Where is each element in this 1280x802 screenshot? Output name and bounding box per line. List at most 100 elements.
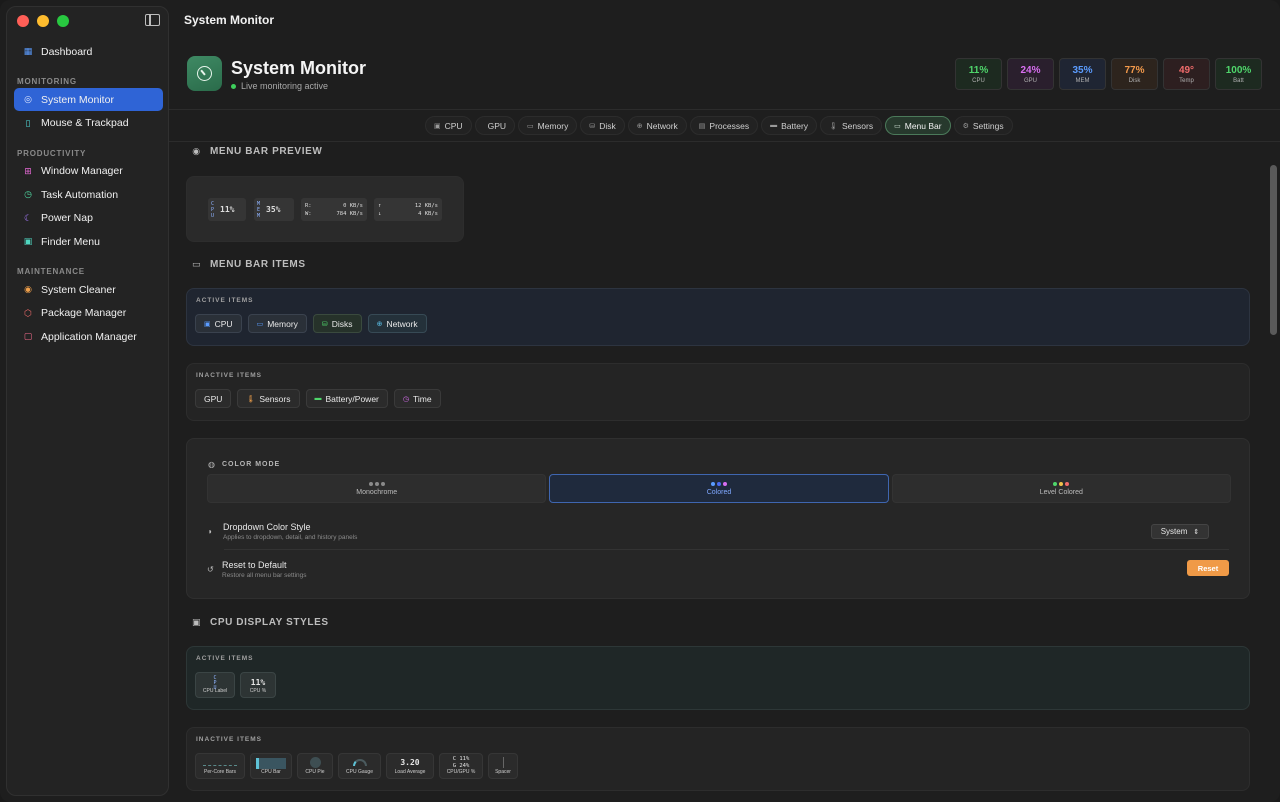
text: W: [305,210,312,217]
sidebar-toggle-icon[interactable] [145,14,160,26]
sidebar-item-mouse-trackpad[interactable]: ▯ Mouse & Trackpad [14,112,163,135]
dropdown-color-style-title: Dropdown Color Style [223,522,311,532]
half-circle-icon: ◑ [207,527,212,536]
row-divider [224,549,1229,550]
sidebar-section-title: PRODUCTIVITY [17,148,87,158]
windows-icon: ⊞ [24,165,32,176]
active-chips: ▣ CPU ▭ Memory ⛁ Disks ⊕ Network [195,314,427,333]
sidebar-item-power-nap[interactable]: ☾ Power Nap [14,207,163,230]
zoom-window-button[interactable] [57,15,69,27]
dropdown-color-style-select[interactable]: System ⇕ [1151,524,1209,539]
page-title: System Monitor [231,58,367,78]
text: ↓ [378,210,382,217]
sidebar-item-package-manager[interactable]: ⬡ Package Manager [14,302,163,325]
chip-cpu[interactable]: ▣ CPU [195,314,242,333]
tab-memory[interactable]: ▭ Memory [518,116,578,135]
text: 4 KB/s [418,210,438,217]
chip-battery-power[interactable]: ▬ Battery/Power [305,389,388,408]
tab-cpu[interactable]: ▣ CPU [425,116,472,135]
sidebar-item-system-monitor[interactable]: ◎ System Monitor [14,88,163,111]
globe-icon: ⊕ [376,320,383,328]
color-mode-colored[interactable]: Colored [549,474,889,503]
tab-settings[interactable]: ⚙ Settings [953,116,1013,135]
cpu-icon: ▣ [434,122,441,130]
select-value: System [1160,527,1188,536]
tab-label: Menu Bar [904,120,942,131]
chip-time[interactable]: ◷ Time [393,389,441,408]
option-label: Monochrome [356,488,398,496]
style-load-average[interactable]: 3.20 Load Average [386,753,434,779]
char: M [257,212,261,219]
section-title-text: MENU BAR ITEMS [210,259,306,270]
section-cpu-display-styles: ▣ CPU DISPLAY STYLES [191,617,329,628]
chip-sensors[interactable]: 🌡 Sensors [237,389,300,408]
style-cpu-bar[interactable]: CPU Bar [250,753,292,779]
list-icon: ▤ [698,122,706,130]
tab-network[interactable]: ⊕ Network [627,116,687,135]
close-window-button[interactable] [17,15,29,27]
cpu-gauge-visual [352,759,367,766]
items-label: ACTIVE ITEMS [196,297,254,304]
content-scrollbar[interactable] [1270,165,1277,335]
tab-sensors[interactable]: 🌡 Sensors [820,116,883,135]
stat-value: 24% [1020,64,1041,76]
sidebar-item-application-manager[interactable]: ▢ Application Manager [14,325,163,348]
text: 784 KB/s [336,210,364,217]
chip-memory[interactable]: ▭ Memory [247,314,307,333]
tab-gpu[interactable]: GPU [474,116,515,135]
stat-cpu: 11% CPU [955,58,1002,90]
color-mode-level-colored[interactable]: Level Colored [891,474,1231,503]
option-label: Level Colored [1039,488,1083,496]
menu-bar-preview-card: CPU 11% MEM 35% R: W: 0 KB/s 784 KB/s ↑ ↓ 1… [186,176,464,242]
style-spacer[interactable]: Spacer [488,753,518,779]
sidebar-item-dashboard[interactable]: ▦ Dashboard [14,40,163,63]
style-cpu-gpu-percent[interactable]: C 11% G 24% CPU/GPU % [439,753,483,779]
main-panel: System Monitor System Monitor Live monit… [169,0,1280,802]
tab-battery[interactable]: ▬ Battery [761,116,818,135]
package-icon: ⬡ [24,307,32,318]
sidebar-item-system-cleaner[interactable]: ◉ System Cleaner [14,278,163,301]
reset-arrow-icon: ↺ [207,565,214,574]
chevron-updown-icon: ⇕ [1193,528,1200,536]
chip-network[interactable]: ⊕ Network [367,314,427,333]
sidebar-item-finder-menu[interactable]: ▣ Finder Menu [14,230,163,253]
app-icon: ▢ [23,331,33,341]
tab-menu-bar[interactable]: ▭ Menu Bar [885,116,951,135]
text: 12 KB/s [414,202,438,209]
style-cpu-gauge[interactable]: CPU Gauge [338,753,381,779]
sidebar-item-label: Application Manager [41,330,137,343]
moon-icon: ☾ [23,212,33,223]
color-mode-monochrome[interactable]: Monochrome [207,474,547,503]
battery-icon: ▬ [770,122,778,129]
minimize-window-button[interactable] [37,15,49,27]
inactive-chips: GPU 🌡 Sensors ▬ Battery/Power ◷ Time [195,389,441,408]
status-dot-icon [231,83,236,89]
style-cpu-percent[interactable]: 11% CPU % [240,672,276,698]
chip-disks[interactable]: ⛁ Disks [312,314,362,333]
char: U [211,212,215,219]
text: 0 KB/s [343,202,363,209]
sidebar-section-title: MONITORING [17,77,77,86]
menubar-icon: ▭ [894,122,901,130]
chip-label: GPU [204,393,223,404]
reset-button[interactable]: Reset [1187,560,1229,576]
style-cpu-label[interactable]: CPU CPU Label [195,672,235,698]
style-per-core-bars[interactable]: Per-Core Bars [195,753,245,779]
mouse-icon: ▯ [25,117,31,128]
cpu-icon: ▣ [204,320,211,328]
stat-label: Temp [1179,77,1194,84]
sidebar-item-window-manager[interactable]: ⊞ Window Manager [14,160,163,183]
eye-icon: ◉ [192,146,201,156]
live-status-text: Live monitoring active [241,81,329,91]
preview-cpu-value: 11% [220,205,235,214]
stat-value: 77% [1124,64,1145,76]
broom-icon: ◉ [24,284,32,294]
active-items-card: ACTIVE ITEMS ▣ CPU ▭ Memory ⛁ Disks ⊕ Networ… [186,288,1250,346]
stat-value: 100% [1225,64,1252,76]
cpu-inactive-chips: Per-Core Bars CPU Bar CPU Pie CPU Gauge [195,753,518,779]
tab-processes[interactable]: ▤ Processes [689,116,759,135]
chip-gpu[interactable]: GPU [195,389,232,408]
sidebar-item-task-automation[interactable]: ◷ Task Automation [14,183,163,206]
tab-disk[interactable]: ⛁ Disk [580,116,625,135]
style-cpu-pie[interactable]: CPU Pie [297,753,333,779]
